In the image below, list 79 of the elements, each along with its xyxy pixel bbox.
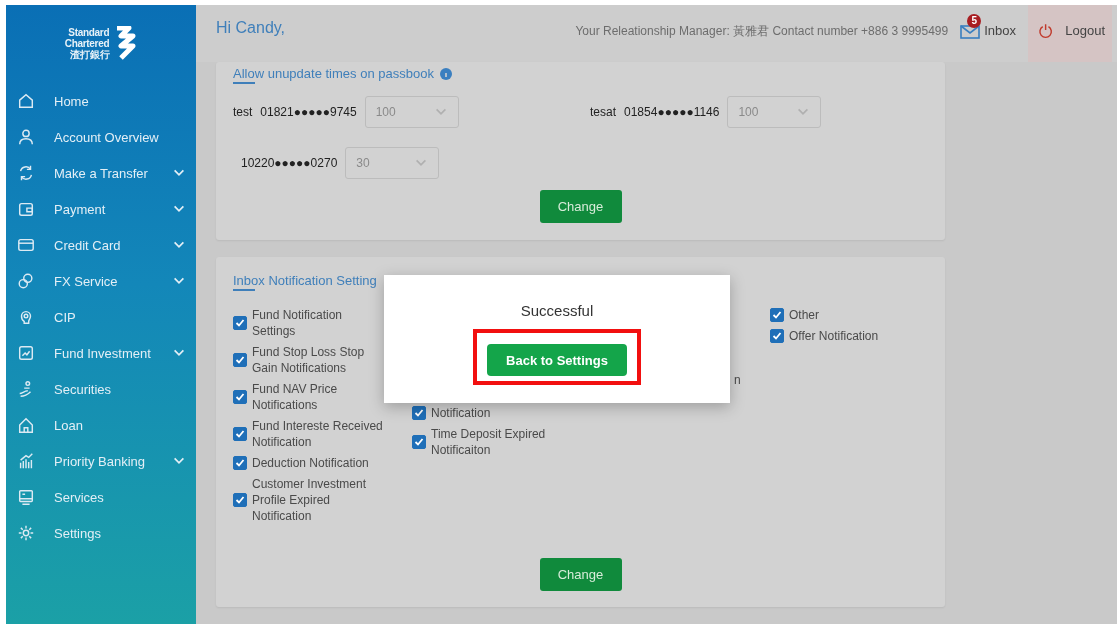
account-number: 01821●●●●●9745 xyxy=(260,105,357,119)
check-icon xyxy=(235,458,245,468)
check-icon xyxy=(772,310,782,320)
nav-item[interactable]: Priority Banking xyxy=(6,443,196,479)
nav-item[interactable]: Securities xyxy=(6,371,196,407)
checkbox-label: Deduction Notification xyxy=(252,455,370,471)
arrows-icon xyxy=(17,164,35,182)
check-icon xyxy=(235,318,245,328)
nav-item[interactable]: FX Service xyxy=(6,263,196,299)
coins-icon xyxy=(17,272,35,290)
logo-text-line: Chartered xyxy=(64,37,110,49)
checkbox-label: Customer Investment Profile Expired Notification xyxy=(252,476,368,524)
checkbox[interactable] xyxy=(233,456,247,470)
person-icon xyxy=(17,128,35,146)
count-badge: 5 xyxy=(967,14,982,28)
nav-item[interactable]: Account Overview xyxy=(6,119,196,155)
home-icon xyxy=(17,92,35,110)
checkbox-label: Fund Notification Settings xyxy=(252,307,344,339)
nav-item[interactable]: Fund Investment xyxy=(6,335,196,371)
manager-info-text: Your Releationship Manager: 黃雅君 Contact number +886 3 9995499 xyxy=(575,23,949,40)
nav-item[interactable]: Credit Card xyxy=(6,227,196,263)
account-number: 01854●●●●●1146 xyxy=(624,105,720,119)
check-icon xyxy=(414,408,424,418)
checkbox-label: Fund Stop Loss Stop Gain Notifications xyxy=(252,344,366,376)
logo-text-line: Standard xyxy=(68,26,110,38)
nav-item[interactable]: Loan xyxy=(6,407,196,443)
checkbox[interactable] xyxy=(770,308,784,322)
checkbox-label: Fund Intereste Received Notification xyxy=(252,418,384,450)
account-name: test xyxy=(233,105,253,119)
logout-button[interactable]: Logout xyxy=(1028,5,1112,62)
check-icon xyxy=(235,392,245,402)
check-icon xyxy=(235,355,245,365)
change-button[interactable]: Change xyxy=(539,190,622,223)
card-icon xyxy=(17,236,35,254)
times-select[interactable]: 100 xyxy=(364,96,459,128)
nav-item[interactable]: Settings xyxy=(6,515,196,551)
check-icon xyxy=(235,495,245,505)
checkbox-label: Notification xyxy=(431,405,492,421)
checkbox[interactable] xyxy=(233,390,247,404)
checkbox[interactable] xyxy=(412,406,426,420)
checkbox[interactable] xyxy=(233,353,247,367)
checkbox[interactable] xyxy=(233,427,247,441)
checkbox-label: Other xyxy=(789,307,820,323)
label-fragment: n xyxy=(733,373,742,387)
change-button[interactable]: Change xyxy=(539,558,622,591)
house-icon xyxy=(17,416,35,434)
logo-text-line: 渣打銀行 xyxy=(70,48,110,60)
times-select[interactable]: 100 xyxy=(727,96,822,128)
info-icon xyxy=(439,67,452,80)
checkbox-label: Fund NAV Price Notifications xyxy=(252,381,339,413)
checkbox[interactable] xyxy=(233,316,247,330)
checkbox-label: Offer Notification xyxy=(789,328,880,344)
monitor-icon xyxy=(17,488,35,506)
check-icon xyxy=(235,429,245,439)
back-to-settings-button[interactable]: Back to Settings xyxy=(487,344,627,376)
nav-item[interactable]: CIP xyxy=(6,299,196,335)
bar-chart-icon xyxy=(17,452,35,470)
wallet-icon xyxy=(17,200,35,218)
nav-item[interactable]: Payment xyxy=(6,191,196,227)
check-icon xyxy=(414,437,424,447)
checkbox[interactable] xyxy=(233,493,247,507)
envelope-icon xyxy=(960,25,981,39)
inbox-link[interactable]: 5 Inbox xyxy=(960,5,1016,62)
check-icon xyxy=(772,331,782,341)
chart-icon xyxy=(17,344,35,362)
dialog-message: Successful xyxy=(520,302,594,319)
account-number: 10220●●●●●0270 xyxy=(241,156,338,170)
nav-item[interactable]: Home xyxy=(6,83,196,119)
settings-icon xyxy=(17,524,35,542)
nav-item[interactable]: Services xyxy=(6,479,196,515)
power-icon xyxy=(1038,23,1054,39)
checkbox[interactable] xyxy=(770,329,784,343)
account-name: tesat xyxy=(590,105,616,119)
section-title: Allow unupdate times on passbook xyxy=(233,66,452,86)
checkbox-label: Time Deposit Expired Notificaiton xyxy=(431,426,547,458)
checkbox[interactable] xyxy=(412,435,426,449)
nav-item[interactable]: Make a Transfer xyxy=(6,155,196,191)
times-select[interactable]: 30 xyxy=(345,147,440,179)
greeting-text: Hi Candy, xyxy=(215,18,286,38)
